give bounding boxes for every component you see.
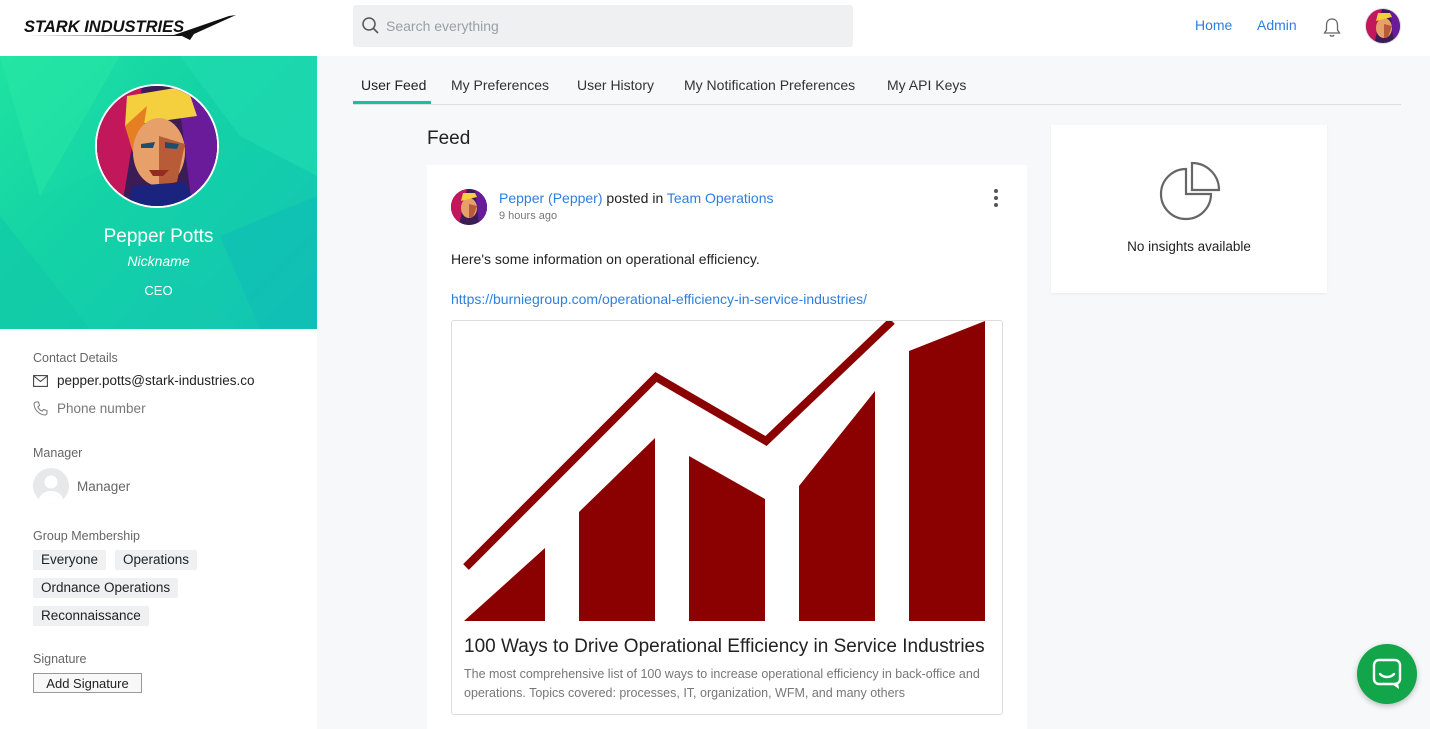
tab-user-feed[interactable]: User Feed: [361, 77, 426, 93]
tab-user-history[interactable]: User History: [577, 77, 654, 93]
group-chip[interactable]: Ordnance Operations: [33, 578, 179, 598]
search-bar[interactable]: [353, 5, 853, 47]
tab-my-preferences[interactable]: My Preferences: [451, 77, 549, 93]
insights-empty-text: No insights available: [1127, 239, 1251, 254]
feed-post: Pepper (Pepper) posted in Team Operation…: [427, 165, 1027, 729]
pie-chart-icon: [1159, 161, 1221, 221]
tab-my-notification-preferences[interactable]: My Notification Preferences: [684, 77, 855, 93]
group-membership-label: Group Membership: [33, 529, 140, 543]
tab-my-api-keys[interactable]: My API Keys: [887, 77, 966, 93]
top-bar: STARK INDUSTRIES Home Admin: [0, 0, 1430, 56]
add-signature-button[interactable]: Add Signature: [33, 673, 142, 693]
post-verb: posted in: [606, 190, 664, 206]
manager-row[interactable]: Manager: [33, 468, 130, 504]
search-input[interactable]: [386, 5, 841, 47]
more-options-icon[interactable]: [991, 188, 1001, 208]
feed-title: Feed: [427, 128, 471, 149]
user-avatar-menu[interactable]: [1365, 8, 1401, 44]
post-url-link[interactable]: https://burniegroup.com/operational-effi…: [451, 291, 867, 307]
phone-icon: [33, 401, 48, 416]
post-header: Pepper (Pepper) posted in Team Operation…: [499, 190, 773, 206]
link-preview-card[interactable]: 100 Ways to Drive Operational Efficiency…: [451, 320, 1003, 715]
post-channel-link[interactable]: Team Operations: [667, 190, 774, 206]
manager-name: Manager: [77, 478, 131, 494]
person-placeholder-icon: [39, 475, 63, 504]
post-author-avatar[interactable]: [451, 189, 487, 225]
signature-label: Signature: [33, 652, 87, 666]
stark-industries-logo[interactable]: STARK INDUSTRIES: [24, 12, 236, 42]
manager-avatar: [33, 468, 69, 504]
profile-header: Pepper Potts Nickname CEO: [0, 56, 317, 329]
admin-link[interactable]: Admin: [1257, 17, 1297, 33]
active-tab-indicator: [353, 101, 431, 104]
search-icon: [362, 17, 379, 34]
link-preview-image: [452, 321, 1002, 621]
post-timestamp: 9 hours ago: [499, 210, 558, 222]
contact-details-label: Contact Details: [33, 351, 118, 365]
profile-name: Pepper Potts: [103, 226, 214, 247]
group-chip[interactable]: Operations: [115, 550, 198, 570]
insights-panel: No insights available: [1051, 125, 1327, 293]
avatar-image: [1366, 9, 1400, 43]
email-row[interactable]: pepper.potts@stark-industries.co: [33, 373, 255, 388]
chat-launcher-button[interactable]: [1357, 644, 1417, 704]
svg-text:STARK INDUSTRIES: STARK INDUSTRIES: [24, 18, 184, 36]
profile-sidebar: Pepper Potts Nickname CEO Contact Detail…: [0, 56, 317, 729]
email-value: pepper.potts@stark-industries.co: [57, 373, 255, 388]
profile-role: CEO: [144, 283, 173, 298]
group-chip[interactable]: Reconnaissance: [33, 606, 149, 626]
profile-tabs: User Feed My Preferences User History My…: [353, 56, 1401, 105]
envelope-icon: [33, 374, 48, 387]
bell-icon[interactable]: [1322, 17, 1342, 39]
manager-label: Manager: [33, 446, 83, 460]
profile-portrait: [97, 86, 217, 206]
phone-placeholder: Phone number: [57, 401, 146, 416]
phone-row[interactable]: Phone number: [33, 401, 146, 416]
link-preview-description: The most comprehensive list of 100 ways …: [464, 667, 980, 700]
profile-nickname[interactable]: Nickname: [0, 253, 317, 269]
home-link[interactable]: Home: [1195, 17, 1232, 33]
post-author-link[interactable]: Pepper (Pepper): [499, 190, 603, 206]
group-chip[interactable]: Everyone: [33, 550, 107, 570]
profile-avatar[interactable]: [95, 84, 219, 208]
link-preview-title: 100 Ways to Drive Operational Efficiency…: [464, 636, 985, 657]
avatar-image: [451, 189, 487, 225]
chat-icon: [1372, 658, 1402, 689]
post-body: Here's some information on operational e…: [451, 251, 760, 267]
